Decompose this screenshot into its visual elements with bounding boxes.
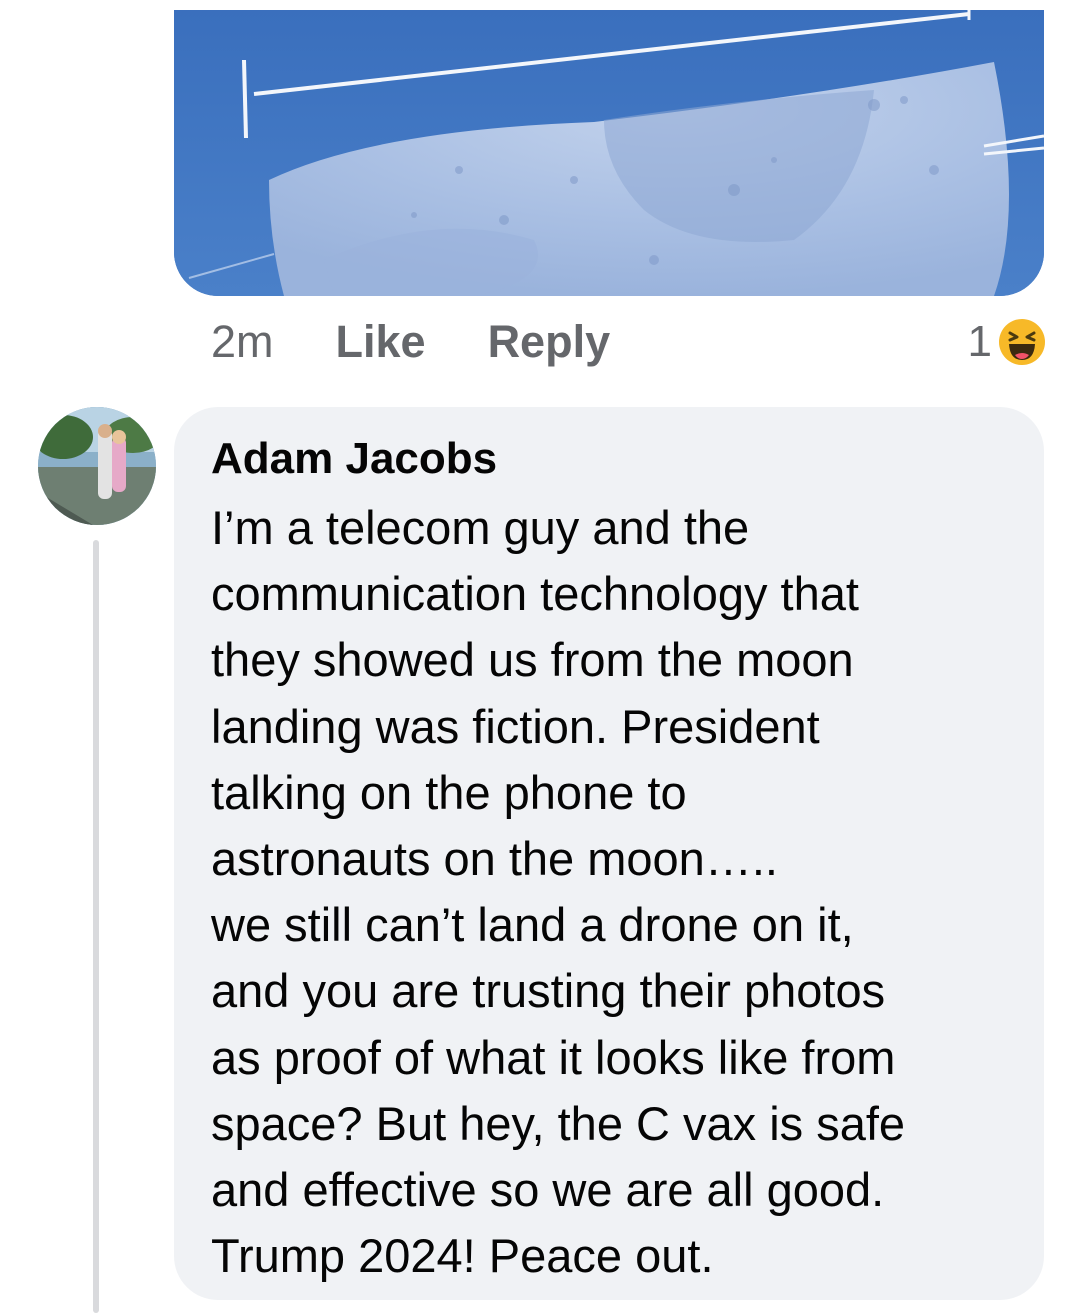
moon-photo <box>174 10 1044 296</box>
thread-connector-line <box>93 540 99 1313</box>
like-button[interactable]: Like <box>336 316 426 368</box>
comment-photo-attachment[interactable] <box>174 10 1044 296</box>
reply-button[interactable]: Reply <box>488 316 611 368</box>
profile-photo <box>38 407 156 525</box>
avatar[interactable] <box>38 407 156 525</box>
comment-timestamp: 2m <box>211 316 274 367</box>
comment-text: I’m a telecom guy and the communication … <box>211 501 906 1283</box>
laughing-emoji-icon <box>999 319 1045 365</box>
comments-screen: 2m Like Reply 1 Adam Jacobs I’m a teleco… <box>0 0 1080 1313</box>
reaction-count: 1 <box>967 317 992 366</box>
comment-actions: 2m Like Reply <box>211 312 610 372</box>
comment-bubble[interactable]: Adam Jacobs I’m a telecom guy and the co… <box>174 407 1044 1300</box>
comment-author-name[interactable]: Adam Jacobs <box>211 431 1008 487</box>
reaction-summary[interactable]: 1 <box>968 314 1046 370</box>
